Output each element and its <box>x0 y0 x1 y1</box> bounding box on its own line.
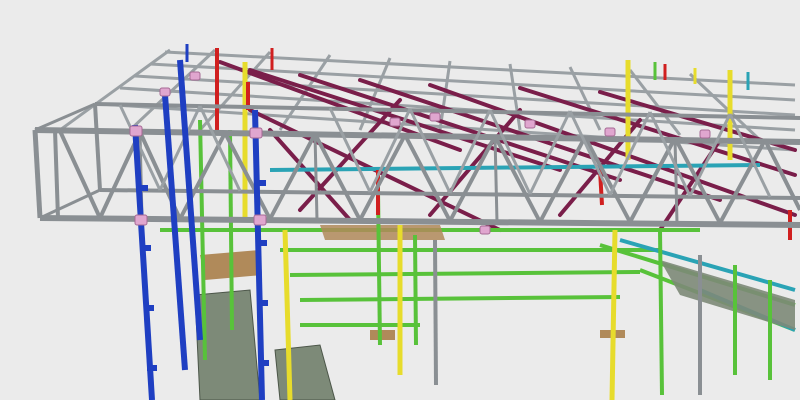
3d-viewport <box>0 0 800 400</box>
scaffold-model-render <box>32 44 800 400</box>
